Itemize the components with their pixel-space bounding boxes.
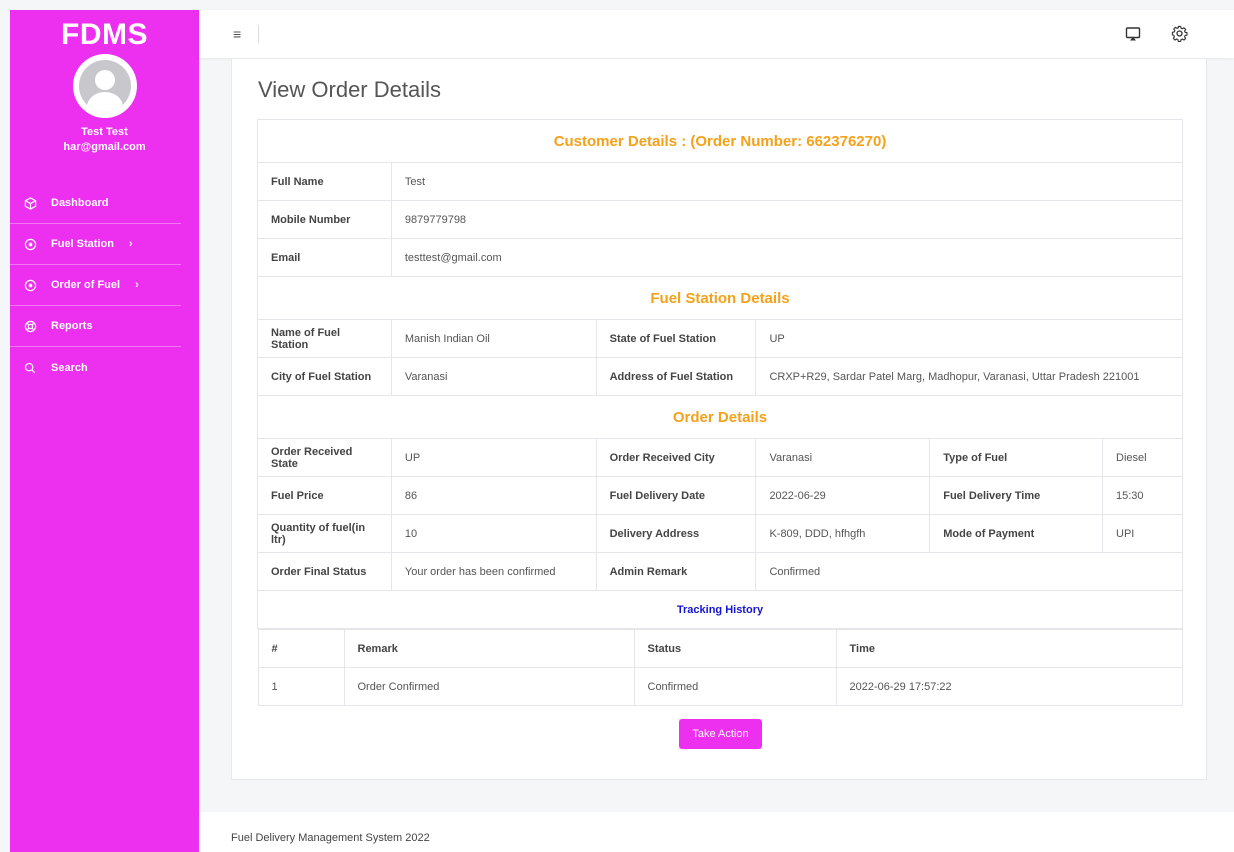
field-value: Diesel	[1102, 438, 1183, 477]
field-label: Name of Fuel Station	[257, 319, 392, 358]
field-value: Varanasi	[390, 357, 597, 396]
field-label: Mobile Number	[257, 200, 392, 239]
table-header-row: # Remark Status Time	[257, 629, 1183, 668]
chevron-right-icon: ›	[128, 238, 133, 250]
circle-dot-icon	[23, 237, 37, 251]
field-label: Order Received State	[257, 438, 392, 477]
sidebar: FDMS Test Test har@gmail.com Dashboard F…	[10, 10, 199, 852]
tracking-history-table: # Remark Status Time 1 Order Confirmed C…	[257, 629, 1183, 706]
brand-logo[interactable]: FDMS	[10, 10, 199, 54]
field-label: Fuel Price	[257, 476, 392, 515]
sidebar-item-dashboard[interactable]: Dashboard	[10, 183, 181, 224]
sidebar-item-order-of-fuel[interactable]: Order of Fuel ›	[10, 265, 181, 306]
fuel-station-details-heading: Fuel Station Details	[257, 276, 1183, 320]
tracking-history-heading: Tracking History	[257, 590, 1183, 629]
column-header: Status	[633, 629, 837, 668]
gear-icon[interactable]	[1171, 25, 1188, 47]
topbar: ≡	[199, 10, 1234, 58]
order-details-heading: Order Details	[257, 395, 1183, 439]
footer: Fuel Delivery Management System 2022	[199, 812, 1234, 852]
column-header: Time	[835, 629, 1183, 668]
field-label: Type of Fuel	[929, 438, 1104, 477]
column-header: #	[257, 629, 345, 668]
search-icon	[23, 361, 37, 375]
field-value: Confirmed	[755, 552, 1183, 591]
column-header: Remark	[343, 629, 635, 668]
sidebar-item-label: Search	[51, 361, 88, 374]
table-cell: Confirmed	[633, 667, 837, 706]
order-details-card: View Order Details Customer Details : (O…	[231, 58, 1207, 780]
field-value: Manish Indian Oil	[390, 319, 597, 358]
field-label: Order Final Status	[257, 552, 392, 591]
customer-details-heading: Customer Details : (Order Number: 662376…	[257, 119, 1183, 163]
avatar	[72, 54, 137, 118]
footer-text: Fuel Delivery Management System 2022	[231, 832, 430, 844]
table-row: 1 Order Confirmed Confirmed 2022-06-29 1…	[257, 667, 1183, 706]
sidebar-item-label: Fuel Station	[51, 238, 114, 250]
sidebar-nav: Dashboard Fuel Station › Order of Fuel ›…	[10, 183, 199, 388]
field-label: Delivery Address	[595, 514, 757, 553]
field-label: City of Fuel Station	[257, 357, 392, 396]
sidebar-item-label: Order of Fuel	[51, 279, 121, 291]
field-value: 15:30	[1102, 476, 1183, 515]
table-row: Order Received State UP Order Received C…	[257, 438, 1183, 477]
field-value: UP	[390, 438, 597, 477]
sidebar-item-reports[interactable]: Reports	[10, 306, 181, 347]
field-label: Mode of Payment	[929, 514, 1104, 553]
field-value: 10	[390, 514, 597, 553]
table-cell: 1	[257, 667, 345, 706]
user-email: har@gmail.com	[63, 141, 146, 153]
order-details-table: Customer Details : (Order Number: 662376…	[257, 119, 1184, 706]
field-label: Quantity of fuel(in ltr)	[257, 514, 392, 553]
field-value: 9879779798	[390, 200, 1184, 239]
field-value: Test	[390, 162, 1184, 201]
field-value: K-809, DDD, hfhgfh	[755, 514, 931, 553]
sidebar-item-label: Dashboard	[51, 197, 109, 209]
table-row: Quantity of fuel(in ltr) 10 Delivery Add…	[257, 514, 1183, 553]
field-label: Fuel Delivery Date	[595, 476, 757, 515]
field-label: State of Fuel Station	[595, 319, 757, 358]
sidebar-item-fuel-station[interactable]: Fuel Station ›	[10, 224, 181, 265]
field-label: Fuel Delivery Time	[929, 476, 1104, 515]
field-value: Varanasi	[755, 438, 931, 477]
field-label: Full Name	[257, 162, 392, 201]
table-row: Name of Fuel Station Manish Indian Oil S…	[257, 319, 1183, 358]
field-label: Order Received City	[595, 438, 757, 477]
field-value: UPI	[1102, 514, 1183, 553]
table-row: Fuel Price 86 Fuel Delivery Date 2022-06…	[257, 476, 1183, 515]
table-row: City of Fuel Station Varanasi Address of…	[257, 357, 1183, 396]
field-value: testtest@gmail.com	[390, 238, 1184, 277]
sidebar-item-search[interactable]: Search	[10, 347, 181, 388]
cube-icon	[23, 196, 37, 210]
sidebar-item-label: Reports	[51, 320, 93, 332]
menu-icon[interactable]: ≡	[233, 26, 241, 42]
field-value: Your order has been confirmed	[390, 552, 597, 591]
field-value: CRXP+R29, Sardar Patel Marg, Madhopur, V…	[755, 357, 1183, 396]
table-row: Full Name Test	[257, 162, 1184, 201]
field-label: Address of Fuel Station	[595, 357, 757, 396]
take-action-button[interactable]: Take Action	[679, 719, 762, 749]
table-row: Order Final Status Your order has been c…	[257, 552, 1183, 591]
circle-dot-icon	[23, 278, 37, 292]
lifebuoy-icon	[23, 319, 37, 333]
field-label: Admin Remark	[595, 552, 757, 591]
user-name: Test Test	[81, 126, 128, 138]
chevron-right-icon: ›	[135, 279, 139, 291]
field-value: 2022-06-29	[755, 476, 931, 515]
page-title: View Order Details	[258, 77, 441, 102]
table-cell: Order Confirmed	[343, 667, 635, 706]
field-label: Email	[257, 238, 392, 277]
field-value: 86	[390, 476, 597, 515]
topbar-divider	[258, 25, 259, 43]
table-row: Email testtest@gmail.com	[257, 238, 1184, 277]
cast-icon[interactable]	[1125, 26, 1141, 47]
table-row: Mobile Number 9879779798	[257, 200, 1184, 239]
table-cell: 2022-06-29 17:57:22	[835, 667, 1183, 706]
field-value: UP	[755, 319, 1183, 358]
